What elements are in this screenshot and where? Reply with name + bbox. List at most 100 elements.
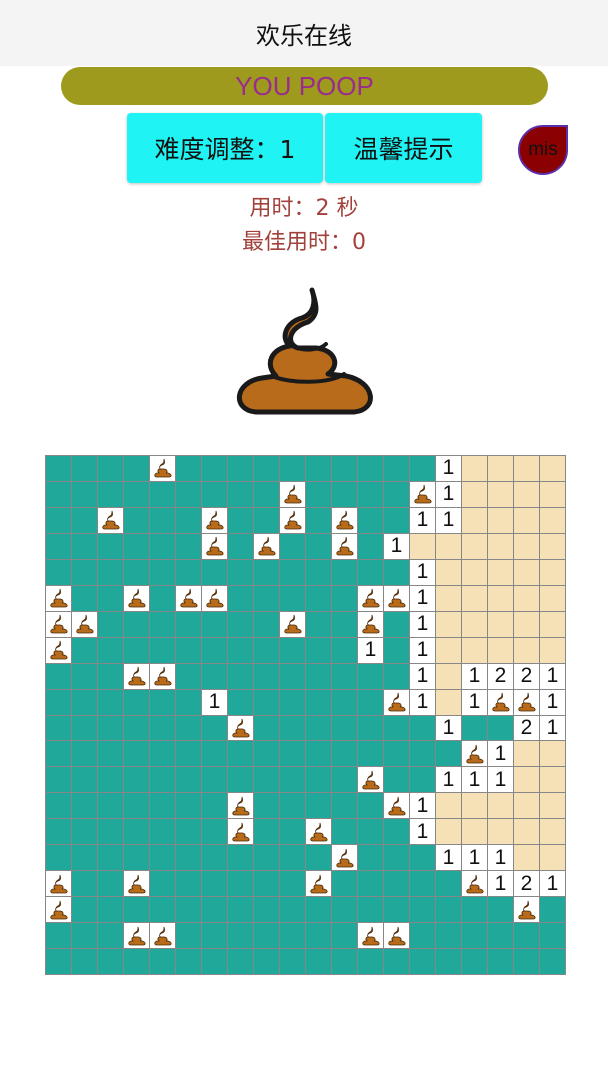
- cell-open[interactable]: [514, 741, 539, 767]
- cell-covered[interactable]: [332, 689, 357, 715]
- cell-open[interactable]: [488, 793, 513, 819]
- cell-covered[interactable]: [46, 481, 71, 507]
- cell-number[interactable]: 1: [488, 741, 513, 767]
- cell-covered[interactable]: [410, 845, 435, 871]
- cell-covered[interactable]: [384, 507, 409, 533]
- cell-covered[interactable]: [358, 897, 383, 923]
- cell-covered[interactable]: [124, 611, 149, 637]
- cell-covered[interactable]: [306, 715, 331, 741]
- cell-open[interactable]: [436, 793, 461, 819]
- cell-covered[interactable]: [228, 845, 253, 871]
- cell-covered[interactable]: [254, 481, 279, 507]
- cell-covered[interactable]: [514, 949, 539, 974]
- cell-covered[interactable]: [72, 559, 97, 585]
- cell-poop[interactable]: [202, 507, 227, 533]
- cell-poop[interactable]: [124, 923, 149, 949]
- cell-covered[interactable]: [254, 819, 279, 845]
- cell-covered[interactable]: [98, 871, 123, 897]
- cell-open[interactable]: [514, 507, 539, 533]
- cell-covered[interactable]: [202, 871, 227, 897]
- cell-covered[interactable]: [150, 741, 175, 767]
- cell-covered[interactable]: [488, 715, 513, 741]
- poop-face-icon[interactable]: [228, 286, 382, 416]
- cell-covered[interactable]: [332, 767, 357, 793]
- cell-covered[interactable]: [384, 637, 409, 663]
- cell-poop[interactable]: [332, 845, 357, 871]
- cell-covered[interactable]: [176, 793, 201, 819]
- cell-covered[interactable]: [384, 741, 409, 767]
- cell-poop[interactable]: [228, 793, 253, 819]
- cell-covered[interactable]: [124, 559, 149, 585]
- cell-poop[interactable]: [98, 507, 123, 533]
- cell-covered[interactable]: [202, 897, 227, 923]
- cell-covered[interactable]: [358, 456, 383, 481]
- cell-covered[interactable]: [46, 663, 71, 689]
- cell-open[interactable]: [514, 819, 539, 845]
- cell-covered[interactable]: [280, 559, 305, 585]
- cell-covered[interactable]: [280, 949, 305, 974]
- cell-poop[interactable]: [202, 585, 227, 611]
- cell-number[interactable]: 1: [436, 481, 461, 507]
- cell-covered[interactable]: [410, 767, 435, 793]
- cell-covered[interactable]: [228, 481, 253, 507]
- cell-covered[interactable]: [358, 845, 383, 871]
- cell-poop[interactable]: [46, 871, 71, 897]
- cell-covered[interactable]: [358, 507, 383, 533]
- cell-covered[interactable]: [98, 767, 123, 793]
- cell-covered[interactable]: [410, 949, 435, 974]
- cell-poop[interactable]: [228, 819, 253, 845]
- cell-covered[interactable]: [384, 611, 409, 637]
- cell-poop[interactable]: [384, 793, 409, 819]
- cell-number[interactable]: 1: [462, 767, 487, 793]
- cell-covered[interactable]: [98, 611, 123, 637]
- cell-covered[interactable]: [176, 637, 201, 663]
- cell-open[interactable]: [462, 637, 487, 663]
- cell-covered[interactable]: [332, 923, 357, 949]
- cell-covered[interactable]: [72, 456, 97, 481]
- cell-covered[interactable]: [280, 637, 305, 663]
- cell-poop[interactable]: [150, 663, 175, 689]
- cell-covered[interactable]: [332, 793, 357, 819]
- cell-covered[interactable]: [254, 559, 279, 585]
- cell-covered[interactable]: [332, 456, 357, 481]
- cell-covered[interactable]: [436, 897, 461, 923]
- cell-open[interactable]: [488, 507, 513, 533]
- cell-open[interactable]: [462, 533, 487, 559]
- cell-covered[interactable]: [384, 481, 409, 507]
- cell-covered[interactable]: [150, 819, 175, 845]
- cell-open[interactable]: [514, 456, 539, 481]
- cell-open[interactable]: [436, 637, 461, 663]
- cell-poop[interactable]: [462, 741, 487, 767]
- cell-covered[interactable]: [150, 949, 175, 974]
- cell-poop[interactable]: [46, 585, 71, 611]
- cell-covered[interactable]: [306, 793, 331, 819]
- cell-covered[interactable]: [280, 585, 305, 611]
- cell-covered[interactable]: [358, 689, 383, 715]
- cell-covered[interactable]: [410, 715, 435, 741]
- cell-number[interactable]: 1: [540, 715, 565, 741]
- cell-open[interactable]: [462, 456, 487, 481]
- cell-covered[interactable]: [358, 949, 383, 974]
- cell-covered[interactable]: [332, 741, 357, 767]
- cell-covered[interactable]: [176, 481, 201, 507]
- cell-poop[interactable]: [280, 481, 305, 507]
- cell-covered[interactable]: [98, 559, 123, 585]
- cell-poop[interactable]: [332, 507, 357, 533]
- cell-poop[interactable]: [514, 689, 539, 715]
- cell-covered[interactable]: [98, 949, 123, 974]
- cell-covered[interactable]: [72, 949, 97, 974]
- cell-covered[interactable]: [358, 533, 383, 559]
- cell-covered[interactable]: [228, 507, 253, 533]
- cell-covered[interactable]: [150, 481, 175, 507]
- cell-covered[interactable]: [72, 871, 97, 897]
- cell-covered[interactable]: [72, 793, 97, 819]
- cell-open[interactable]: [540, 585, 565, 611]
- cell-covered[interactable]: [124, 741, 149, 767]
- difficulty-button[interactable]: 难度调整：1: [127, 113, 323, 183]
- cell-covered[interactable]: [176, 715, 201, 741]
- cell-covered[interactable]: [384, 456, 409, 481]
- cell-open[interactable]: [488, 481, 513, 507]
- cell-number[interactable]: 1: [410, 793, 435, 819]
- cell-covered[interactable]: [410, 897, 435, 923]
- cell-covered[interactable]: [98, 897, 123, 923]
